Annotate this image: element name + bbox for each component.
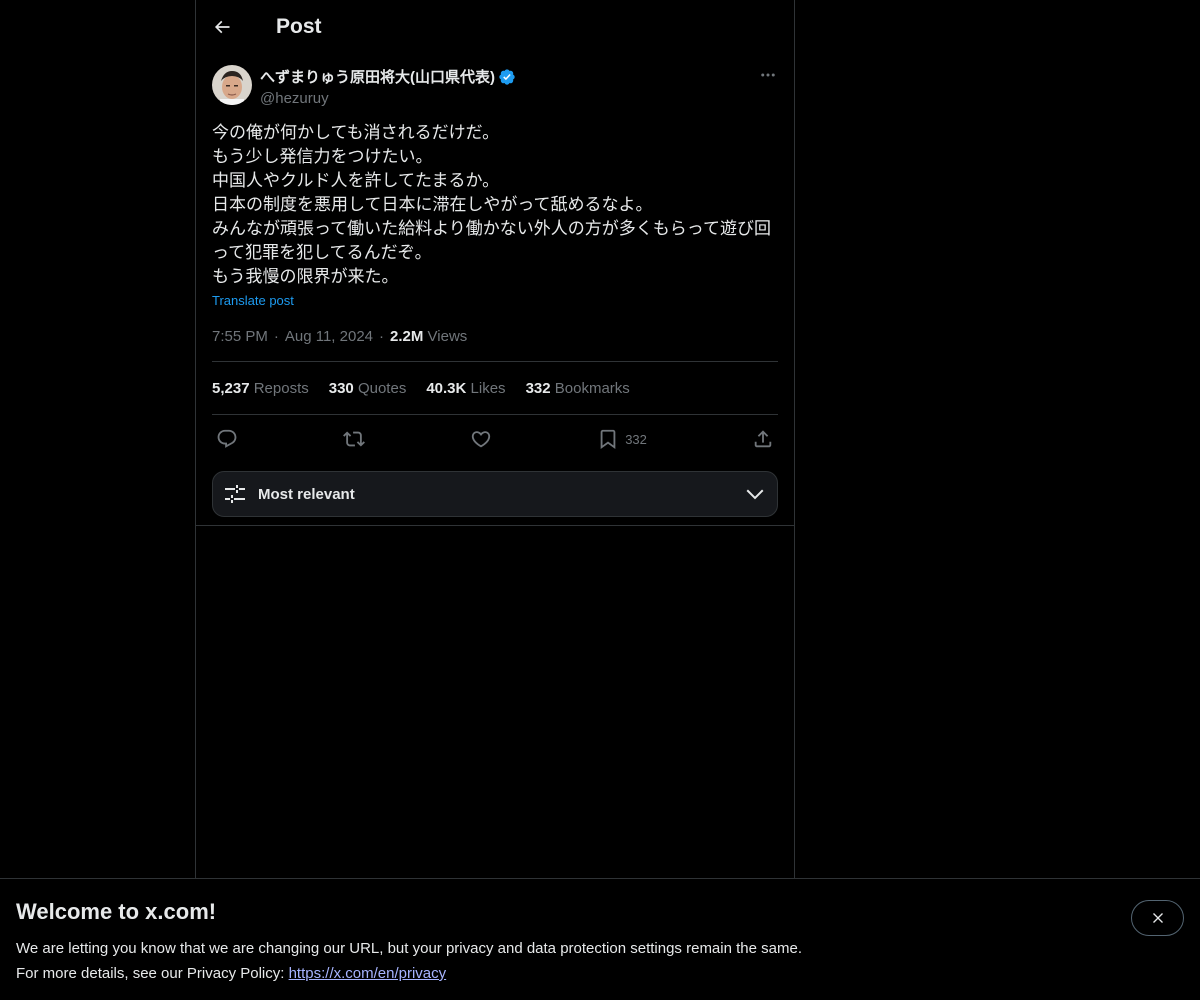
banner-text: We are letting you know that we are chan… <box>16 936 1184 986</box>
banner-line-1: We are letting you know that we are chan… <box>16 940 802 957</box>
repost-button[interactable] <box>343 428 366 450</box>
post-text: 今の俺が何かしても消されるだけだ。 もう少し発信力をつけたい。 中国人やクルド人… <box>212 121 778 289</box>
back-button[interactable] <box>204 9 240 45</box>
more-options-button[interactable] <box>752 59 784 91</box>
meta-separator: · <box>273 328 279 345</box>
sort-label: Most relevant <box>258 485 355 503</box>
stat-reposts[interactable]: 5,237 Reposts <box>212 380 309 397</box>
stat-bookmarks[interactable]: 332 Bookmarks <box>526 380 630 397</box>
banner-line-2: For more details, see our Privacy Policy… <box>16 965 289 982</box>
bookmark-icon <box>600 429 616 450</box>
divider <box>196 525 794 526</box>
meta-separator: · <box>379 328 385 345</box>
more-icon <box>761 73 775 77</box>
post-text-line: 中国人やクルド人を許してたまるか。 <box>212 171 500 190</box>
like-button[interactable] <box>470 428 492 450</box>
close-banner-button[interactable] <box>1131 900 1184 936</box>
bookmark-button[interactable]: 332 <box>597 428 647 450</box>
main-column: Post へずまりゅう原田将大(山口県代表) @hezuruy 今の俺が何かして… <box>195 0 795 878</box>
stat-likes[interactable]: 40.3K Likes <box>426 380 505 397</box>
welcome-banner: Welcome to x.com! We are letting you kno… <box>0 878 1200 1000</box>
post: へずまりゅう原田将大(山口県代表) @hezuruy 今の俺が何かしても消される… <box>196 53 794 526</box>
post-date[interactable]: Aug 11, 2024 <box>285 328 373 345</box>
privacy-policy-link[interactable]: https://x.com/en/privacy <box>289 965 447 982</box>
sliders-icon <box>225 485 245 503</box>
post-meta: 7:55 PM · Aug 11, 2024 · 2.2M Views <box>212 328 778 362</box>
author-name[interactable]: へずまりゅう原田将大(山口県代表) <box>260 66 495 87</box>
repost-icon <box>343 431 366 447</box>
translate-post-link[interactable]: Translate post <box>212 293 294 308</box>
post-text-line: もう我慢の限界が来た。 <box>212 267 399 286</box>
share-button[interactable] <box>752 428 774 450</box>
post-time[interactable]: 7:55 PM <box>212 328 268 345</box>
bookmark-count: 332 <box>625 431 647 447</box>
post-text-line: もう少し発信力をつけたい。 <box>212 147 433 166</box>
post-text-line: 日本の制度を悪用して日本に滞在しやがって舐めるなよ。 <box>212 195 653 214</box>
reply-button[interactable] <box>216 428 238 450</box>
header: Post <box>196 0 794 53</box>
chevron-down-icon <box>746 489 764 500</box>
heart-icon <box>471 431 491 448</box>
sort-replies-dropdown[interactable]: Most relevant <box>212 471 778 517</box>
author-handle[interactable]: @hezuruy <box>260 90 752 107</box>
views-label: Views <box>427 328 468 345</box>
author-info: へずまりゅう原田将大(山口県代表) @hezuruy <box>260 65 752 107</box>
avatar[interactable] <box>212 65 252 105</box>
post-text-line: みんなが頑張って働いた給料より働かない外人の方が多くもらって遊び回 <box>212 219 771 238</box>
banner-title: Welcome to x.com! <box>16 899 217 924</box>
stat-quotes[interactable]: 330 Quotes <box>329 380 407 397</box>
arrow-left-icon <box>214 20 230 33</box>
post-text-line: って犯罪を犯してるんだぞ。 <box>212 243 432 262</box>
views-count: 2.2M <box>390 328 424 345</box>
page-title: Post <box>276 14 322 38</box>
close-icon <box>1152 913 1163 923</box>
action-bar: 332 <box>212 415 778 463</box>
author-row: へずまりゅう原田将大(山口県代表) @hezuruy <box>212 65 778 107</box>
reply-icon <box>217 429 237 448</box>
verified-badge-icon[interactable] <box>498 68 516 86</box>
share-icon <box>754 430 772 448</box>
post-stats: 5,237 Reposts 330 Quotes 40.3K Likes 332… <box>212 362 778 415</box>
post-text-line: 今の俺が何かしても消されるだけだ。 <box>212 123 500 142</box>
